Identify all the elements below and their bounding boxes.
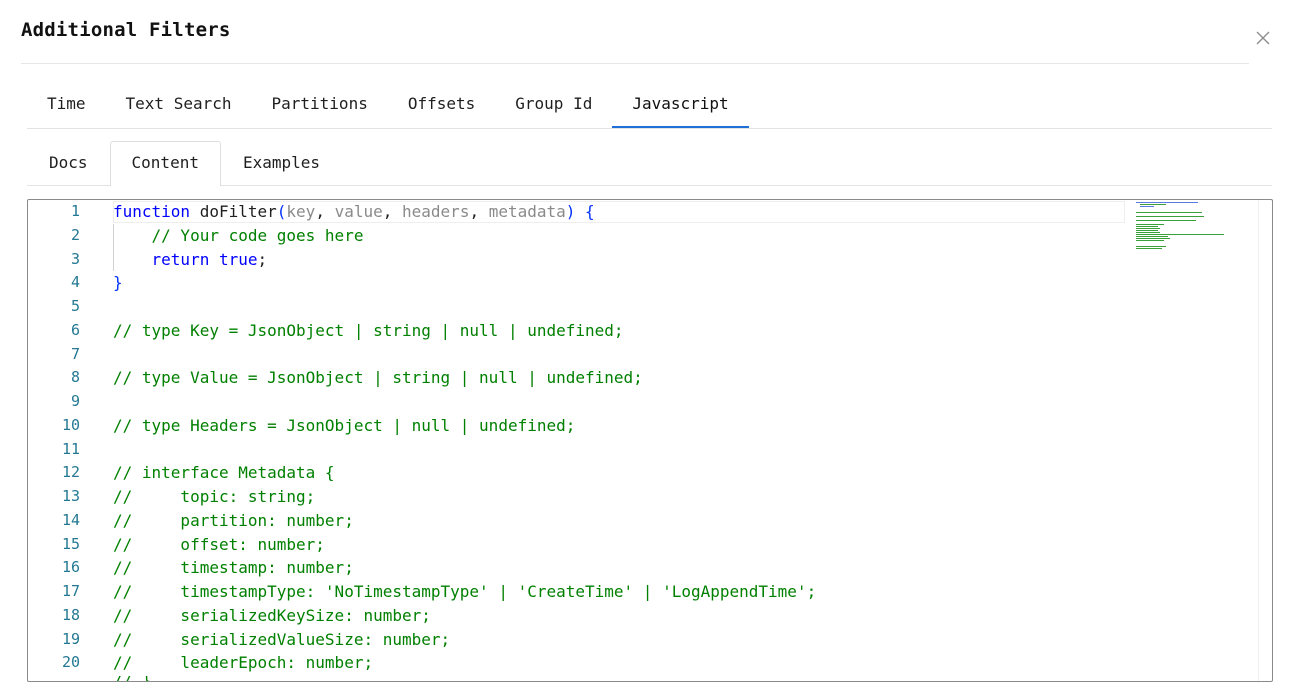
code-line-6: // type Key = JsonObject | string | null…	[113, 320, 624, 340]
code-line-14: // partition: number;	[113, 510, 354, 530]
minimap-line	[1136, 228, 1160, 229]
line-number: 15	[61, 534, 80, 553]
line-number: 1	[70, 202, 80, 220]
line-number: 18	[61, 605, 80, 624]
line-number: 13	[61, 487, 80, 505]
tab-group-id[interactable]: Group Id	[495, 84, 612, 117]
code-punctuation: ) {	[565, 202, 595, 221]
code-line-4: }	[113, 273, 123, 293]
code-separator: ,	[469, 202, 489, 221]
line-number: 9	[70, 392, 80, 410]
code-line-8: // type Value = JsonObject | string | nu…	[113, 368, 643, 388]
code-line-20: // leaderEpoch: number;	[113, 653, 374, 673]
close-button[interactable]	[1253, 28, 1273, 48]
line-number: 10	[61, 415, 80, 434]
code-line-3: return true;	[113, 248, 268, 272]
code-line-10: // type Headers = JsonObject | null | un…	[113, 415, 576, 435]
code-param: key	[286, 202, 316, 221]
minimap-line	[1136, 212, 1202, 213]
code-line-12: // interface Metadata {	[113, 463, 335, 483]
line-number: 20	[61, 653, 80, 672]
code-minimap[interactable]	[1134, 200, 1244, 270]
code-line-13: // topic: string;	[113, 487, 316, 506]
minimap-line	[1136, 202, 1198, 203]
code-line-18: // serializedKeySize: number;	[113, 605, 431, 625]
tab-text-search[interactable]: Text Search	[106, 84, 252, 117]
minimap-line	[1136, 224, 1164, 225]
minimap-line	[1140, 204, 1166, 205]
code-line-16: // timestamp: number;	[113, 558, 354, 578]
code-param: value	[334, 202, 383, 221]
line-number: 7	[70, 344, 80, 363]
close-icon	[1256, 31, 1270, 45]
minimap-line	[1136, 236, 1168, 237]
tab-docs[interactable]: Docs	[27, 141, 110, 185]
javascript-sub-tabs: Docs Content Examples	[27, 141, 1272, 186]
code-separator: ,	[315, 202, 335, 221]
line-number: 4	[70, 273, 80, 292]
line-number: 17	[61, 582, 80, 600]
code-line-21-partial: // }	[113, 676, 152, 681]
title-divider	[21, 63, 1249, 64]
line-number: 5	[70, 297, 80, 315]
code-punctuation: (	[276, 202, 287, 221]
line-number: 8	[70, 368, 80, 387]
minimap-line	[1136, 248, 1162, 249]
editor-scrollbar[interactable]	[1258, 200, 1272, 681]
tab-javascript[interactable]: Javascript	[612, 84, 749, 128]
code-function-name: doFilter	[190, 202, 277, 221]
code-separator: ,	[382, 202, 403, 221]
line-number: 19	[61, 629, 80, 648]
code-line-1: function doFilter(key, value, headers, m…	[113, 200, 595, 224]
line-number: 2	[70, 225, 80, 244]
line-number: 3	[70, 249, 80, 268]
code-line-15: // offset: number;	[113, 534, 325, 554]
tab-examples[interactable]: Examples	[221, 141, 342, 185]
line-number-gutter: 1 2 3 4 5 6 7 8 9 10 11 12 13 14 15 16 1…	[28, 200, 98, 681]
tab-offsets[interactable]: Offsets	[388, 84, 495, 117]
minimap-line	[1136, 234, 1224, 235]
minimap-line	[1140, 206, 1154, 207]
code-param: headers	[402, 202, 470, 221]
line-number: 11	[61, 439, 80, 458]
tab-time[interactable]: Time	[27, 84, 106, 117]
line-number: 12	[61, 463, 80, 482]
code-text-area[interactable]: function doFilter(key, value, headers, m…	[113, 200, 1253, 681]
code-line-2: // Your code goes here	[113, 225, 364, 245]
code-line-17: // timestampType: 'NoTimestampType' | 'C…	[113, 582, 817, 601]
line-number: 16	[61, 558, 80, 577]
dialog-title: Additional Filters	[21, 19, 231, 41]
minimap-line	[1136, 232, 1160, 233]
code-punctuation: ;	[257, 249, 268, 269]
line-number: 14	[61, 510, 80, 529]
minimap-line	[1136, 238, 1170, 239]
minimap-line	[1136, 246, 1166, 247]
tab-content[interactable]: Content	[109, 141, 221, 186]
minimap-line	[1136, 240, 1164, 241]
code-editor[interactable]: 1 2 3 4 5 6 7 8 9 10 11 12 13 14 15 16 1…	[27, 199, 1273, 682]
code-keyword: true	[209, 249, 258, 269]
line-number: 6	[70, 320, 80, 339]
code-keyword: function	[113, 202, 191, 221]
minimap-line	[1136, 216, 1204, 217]
tab-partitions[interactable]: Partitions	[252, 84, 388, 117]
minimap-line	[1136, 220, 1196, 221]
code-line-19: // serializedValueSize: number;	[113, 629, 451, 649]
code-keyword: return	[113, 249, 210, 269]
filter-type-tabs: Time Text Search Partitions Offsets Grou…	[27, 84, 1272, 129]
minimap-line	[1136, 230, 1158, 231]
minimap-line	[1136, 226, 1158, 227]
additional-filters-dialog: Additional Filters Time Text Search Part…	[0, 0, 1298, 696]
code-param: metadata	[488, 202, 566, 221]
